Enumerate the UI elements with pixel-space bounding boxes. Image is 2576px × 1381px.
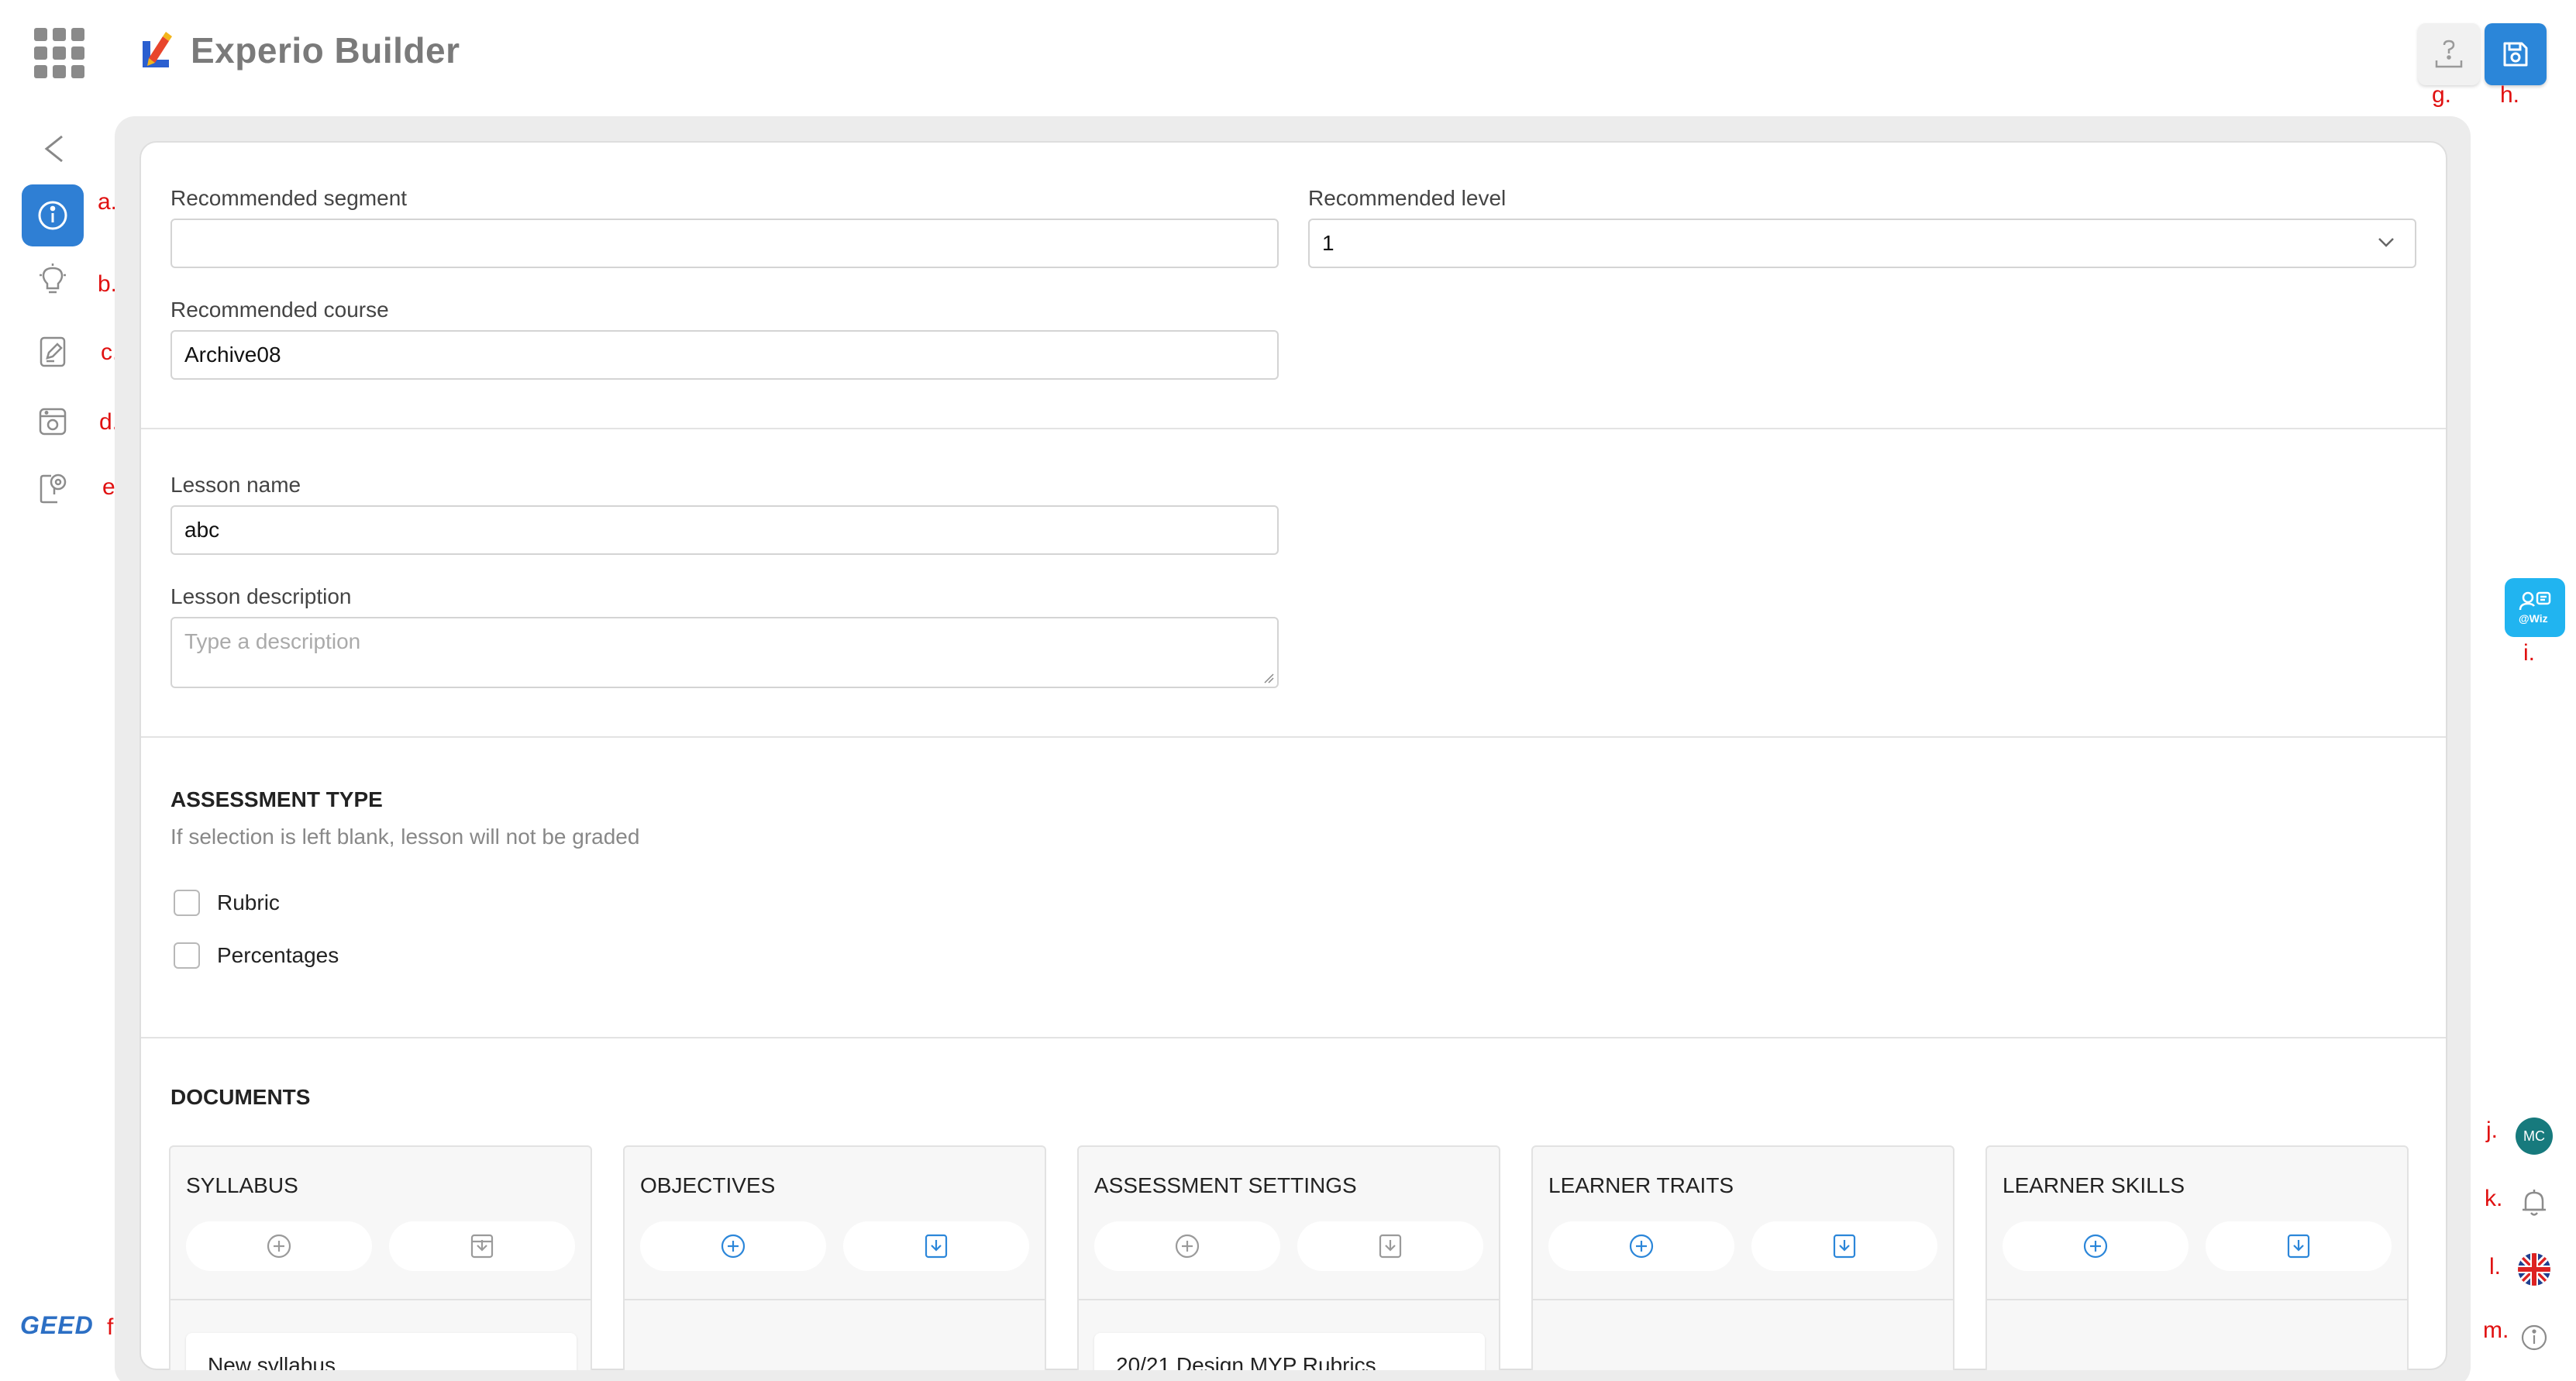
info-circle-icon — [2521, 1324, 2547, 1351]
import-syllabus-button[interactable] — [389, 1221, 575, 1271]
plus-circle-icon — [721, 1234, 746, 1259]
about-button[interactable] — [2517, 1321, 2551, 1355]
collapse-sidebar-button[interactable] — [39, 133, 70, 164]
import-icon — [925, 1234, 948, 1259]
help-upload-icon — [2435, 40, 2463, 68]
documents-area: SYLLABUS New syllabus OBJECTIVES ASSESSM… — [139, 141, 2447, 1370]
import-learner-skill-button[interactable] — [2206, 1221, 2392, 1271]
doc-separator — [625, 1299, 1045, 1300]
save-icon — [2503, 42, 2528, 67]
language-button[interactable] — [2517, 1252, 2551, 1286]
doc-separator — [1987, 1299, 2407, 1300]
doc-column-title: ASSESSMENT SETTINGS — [1094, 1173, 1357, 1197]
marker-g: g. — [2432, 82, 2452, 108]
lightbulb-icon — [40, 263, 66, 294]
brand: Experio Builder — [136, 29, 460, 71]
add-assessment-setting-button[interactable] — [1094, 1221, 1280, 1271]
marker-m: m. — [2483, 1317, 2509, 1343]
doc-column-title: SYLLABUS — [186, 1173, 298, 1197]
sidebar-item-info[interactable] — [22, 184, 84, 246]
chevron-left-icon — [44, 135, 63, 163]
wiz-icon: @Wiz — [2519, 591, 2551, 625]
import-assessment-setting-button[interactable] — [1297, 1221, 1483, 1271]
doc-column-syllabus: SYLLABUS New syllabus — [169, 1145, 592, 1370]
svg-text:@Wiz: @Wiz — [2519, 612, 2548, 625]
import-icon — [470, 1234, 494, 1259]
import-icon — [2287, 1234, 2310, 1259]
info-icon — [38, 201, 67, 230]
add-learner-skill-button[interactable] — [2003, 1221, 2189, 1271]
help-upload-button[interactable] — [2418, 23, 2480, 85]
plus-circle-icon — [1175, 1234, 1200, 1259]
edit-document-icon — [40, 336, 66, 367]
save-button[interactable] — [2485, 23, 2547, 85]
doc-column-assessment-settings: ASSESSMENT SETTINGS 20/21 Design MYP Rub… — [1077, 1145, 1500, 1370]
doc-column-title: LEARNER TRAITS — [1548, 1173, 1734, 1197]
syllabus-document-item[interactable]: New syllabus — [186, 1333, 577, 1370]
doc-column-learner-skills: LEARNER SKILLS — [1985, 1145, 2409, 1370]
import-objective-button[interactable] — [843, 1221, 1029, 1271]
uk-flag-icon — [2518, 1253, 2550, 1286]
marker-l: l. — [2489, 1254, 2501, 1279]
doc-separator — [1079, 1299, 1499, 1300]
sidebar-item-ideas[interactable] — [22, 250, 84, 312]
doc-column-learner-traits: LEARNER TRAITS — [1531, 1145, 1954, 1370]
app-title: Experio Builder — [191, 30, 460, 71]
add-learner-trait-button[interactable] — [1548, 1221, 1734, 1271]
apps-grid-icon[interactable] — [34, 28, 85, 78]
marker-j: j. — [2486, 1118, 2498, 1143]
doc-separator — [170, 1299, 591, 1300]
add-objective-button[interactable] — [640, 1221, 826, 1271]
import-icon — [1379, 1234, 1402, 1259]
experio-logo-icon — [143, 32, 172, 67]
doc-column-title: OBJECTIVES — [640, 1173, 776, 1197]
doc-separator — [1533, 1299, 1953, 1300]
add-syllabus-button[interactable] — [186, 1221, 372, 1271]
plus-circle-icon — [267, 1234, 291, 1259]
doc-column-objectives: OBJECTIVES — [623, 1145, 1046, 1370]
avatar[interactable]: MC — [2516, 1118, 2553, 1155]
plus-circle-icon — [1629, 1234, 1654, 1259]
import-icon — [1833, 1234, 1856, 1259]
sidebar-item-editor[interactable] — [22, 321, 84, 383]
marker-k: k. — [2485, 1186, 2503, 1211]
plus-circle-icon — [2083, 1234, 2108, 1259]
sidebar-item-media[interactable] — [22, 391, 84, 453]
camera-panel-icon — [39, 408, 67, 436]
marker-i: i. — [2523, 640, 2535, 666]
assessment-setting-document-item[interactable]: 20/21 Design MYP Rubrics — [1094, 1333, 1485, 1370]
bell-icon — [2523, 1190, 2546, 1216]
geed-logo: GEED — [20, 1311, 94, 1339]
tag-document-icon — [40, 474, 67, 504]
notifications-button[interactable] — [2517, 1186, 2551, 1220]
doc-column-title: LEARNER SKILLS — [2003, 1173, 2185, 1197]
wiz-assistant-button[interactable]: @Wiz — [2505, 578, 2565, 637]
import-learner-trait-button[interactable] — [1751, 1221, 1937, 1271]
marker-h: h. — [2500, 82, 2520, 108]
app-root: Experio Builder g. h. a. b. c. d. e. GEE… — [0, 0, 2576, 1381]
sidebar-item-tags[interactable] — [22, 457, 84, 519]
